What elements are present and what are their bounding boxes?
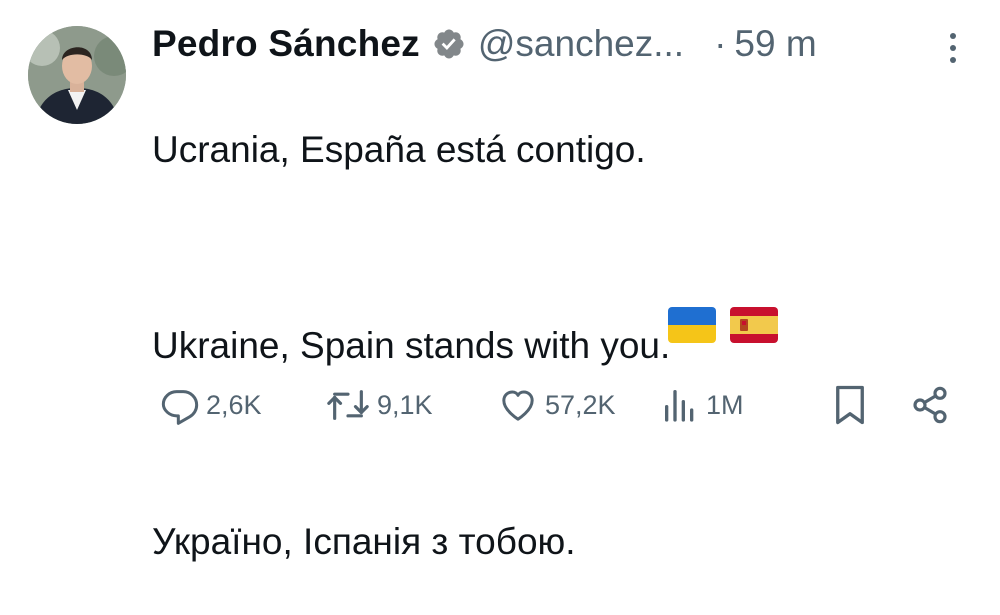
tweet-line: Ucrania, España está contigo. xyxy=(152,129,646,170)
tweet-line: Україно, Іспанія з тобою. xyxy=(152,521,576,562)
timestamp[interactable]: 59 m xyxy=(734,23,816,65)
display-name[interactable]: Pedro Sánchez xyxy=(152,23,420,65)
reply-count: 2,6K xyxy=(206,389,262,420)
reply-icon xyxy=(161,390,199,425)
bookmark-icon xyxy=(836,385,864,425)
avatar-photo xyxy=(28,26,126,124)
views-chart-icon xyxy=(665,390,694,422)
bookmark-button[interactable] xyxy=(832,378,868,432)
tweet-line: Ukraine, Spain stands with you. xyxy=(152,325,671,366)
emoji-flags xyxy=(668,307,778,343)
avatar[interactable] xyxy=(28,26,126,124)
action-bar: 2,6K 9,1K 57,2K 1M xyxy=(0,378,1000,432)
flag-ukraine-icon xyxy=(668,307,716,343)
separator-dot: · xyxy=(714,23,727,64)
user-handle[interactable]: @sanchez... xyxy=(478,23,684,65)
tweet-line xyxy=(152,223,972,272)
repost-icon xyxy=(327,390,369,420)
verified-badge-icon[interactable] xyxy=(432,27,466,61)
tweet-text: Ucrania, España está contigo. Ukraine, S… xyxy=(152,76,972,615)
heart-icon xyxy=(502,390,534,421)
like-count: 57,2K xyxy=(545,389,616,420)
more-options-icon[interactable] xyxy=(946,28,960,68)
view-count: 1M xyxy=(706,389,744,420)
repost-count: 9,1K xyxy=(377,389,433,420)
flag-spain-icon xyxy=(730,307,778,343)
tweet-header: Pedro Sánchez @sanchez... · 59 m xyxy=(152,16,817,72)
views-button[interactable]: 1M xyxy=(660,378,744,432)
like-button[interactable]: 57,2K xyxy=(497,378,616,432)
share-icon xyxy=(913,386,947,424)
repost-button[interactable]: 9,1K xyxy=(325,378,433,432)
share-button[interactable] xyxy=(910,378,950,432)
reply-button[interactable]: 2,6K xyxy=(160,378,262,432)
